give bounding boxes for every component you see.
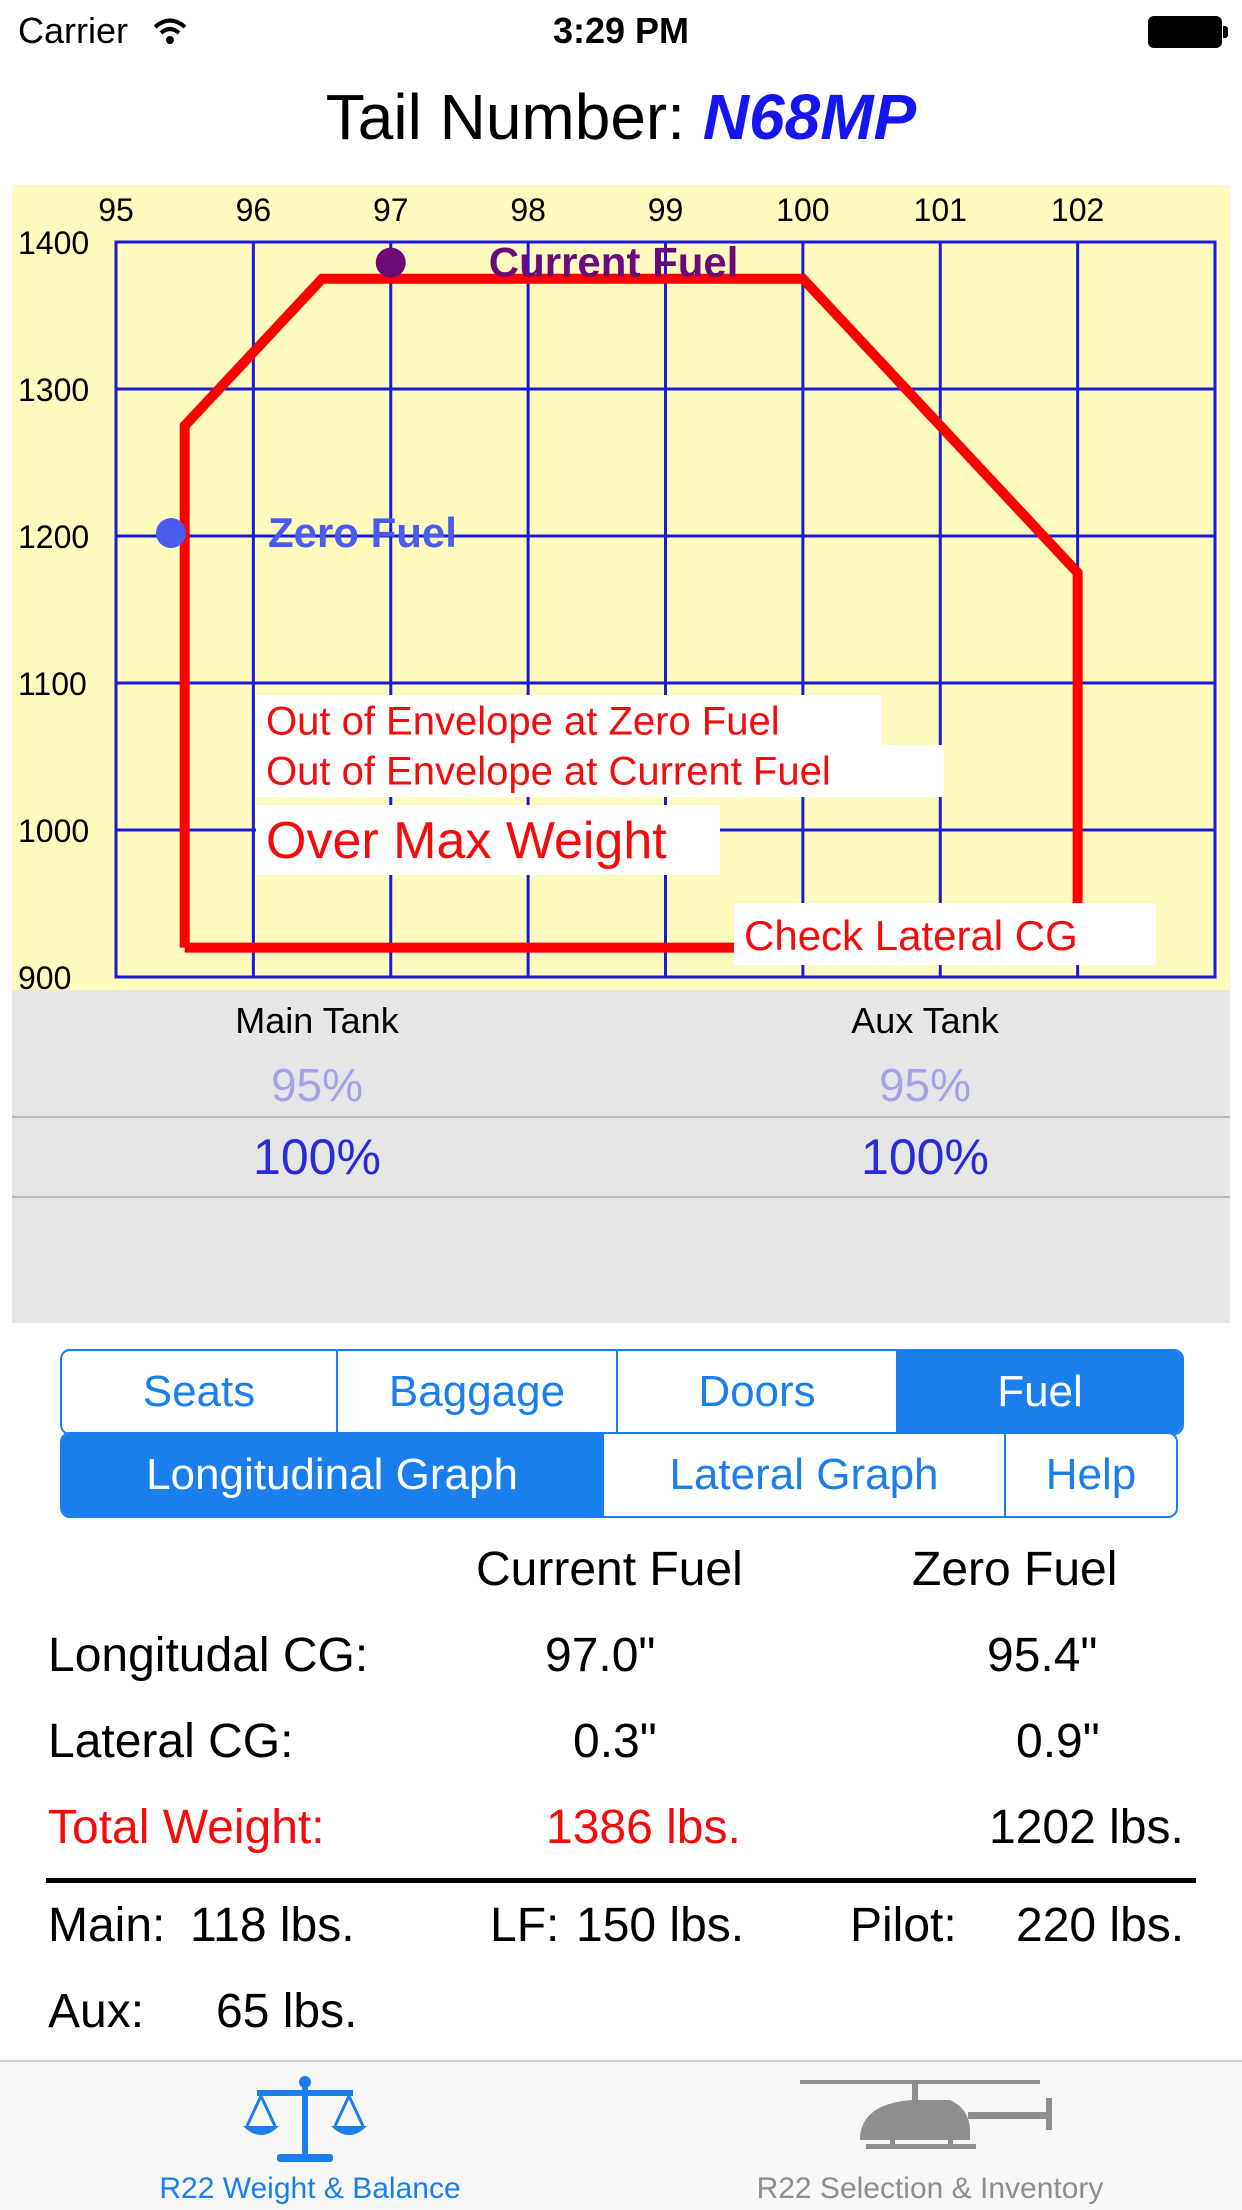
pilot-label: Pilot: bbox=[850, 1899, 957, 1952]
y-tick-label: 1400 bbox=[18, 225, 89, 261]
helicopter-icon bbox=[800, 2080, 1052, 2149]
tab-lateral-graph[interactable]: Lateral Graph bbox=[604, 1434, 1006, 1516]
lateral-cg-zero: 0.9" bbox=[1016, 1715, 1100, 1768]
tail-number-value: N68MP bbox=[702, 81, 917, 153]
aux-tank-selected-value[interactable]: 100% bbox=[775, 1128, 1075, 1186]
x-tick-label: 100 bbox=[776, 192, 829, 228]
tab-seats[interactable]: Seats bbox=[62, 1351, 338, 1433]
lateral-cg-current: 0.3" bbox=[573, 1715, 657, 1768]
tab-weight-balance[interactable]: R22 Weight & Balance bbox=[30, 2062, 590, 2208]
longitudinal-cg-current: 97.0" bbox=[545, 1629, 656, 1682]
status-time: 3:29 PM bbox=[552, 10, 690, 51]
y-tick-label: 1200 bbox=[18, 519, 89, 555]
main-tank-selected-value[interactable]: 100% bbox=[167, 1128, 467, 1186]
picker-selection-line-bottom bbox=[12, 1196, 1230, 1198]
y-tick-label: 1300 bbox=[18, 372, 89, 408]
graph-segmented-control[interactable]: Longitudinal Graph Lateral Graph Help bbox=[60, 1432, 1178, 1518]
longitudinal-cg-graph: 95 96 97 98 99 100 101 102 900 1000 1100 1200 1300 14… bbox=[12, 185, 1230, 990]
status-bar: Carrier 3:29 PM bbox=[0, 0, 1242, 60]
longitudinal-cg-zero: 95.4" bbox=[987, 1629, 1098, 1682]
aux-tank-label: Aux Tank bbox=[851, 1000, 999, 1041]
pilot-value: 220 lbs. bbox=[1016, 1899, 1185, 1952]
aux-fuel-label: Aux: bbox=[48, 1985, 145, 2038]
scale-icon bbox=[243, 2076, 367, 2162]
lf-seat-value: 150 lbs. bbox=[576, 1899, 745, 1952]
cg-envelope-chart: 95 96 97 98 99 100 101 102 900 1000 1100 1200 1300 14… bbox=[18, 192, 1217, 990]
y-tick-label: 900 bbox=[18, 960, 71, 990]
warning-zero-fuel: Out of Envelope at Zero Fuel bbox=[266, 700, 780, 744]
longitudinal-cg-label: Longitudal CG: bbox=[48, 1629, 369, 1682]
main-fuel-label: Main: bbox=[48, 1899, 166, 1952]
battery-icon bbox=[1148, 16, 1228, 48]
divider bbox=[46, 1878, 1196, 1883]
section-segmented-control[interactable]: Seats Baggage Doors Fuel bbox=[60, 1349, 1184, 1435]
total-weight-zero: 1202 lbs. bbox=[989, 1801, 1184, 1854]
x-tick-label: 97 bbox=[373, 192, 409, 228]
x-tick-label: 102 bbox=[1051, 192, 1104, 228]
x-tick-label: 96 bbox=[236, 192, 272, 228]
aux-tank-prev-option[interactable]: 95% bbox=[775, 1058, 1075, 1112]
total-weight-label: Total Weight: bbox=[48, 1801, 325, 1854]
aux-fuel-value: 65 lbs. bbox=[216, 1985, 358, 2038]
lateral-cg-label: Lateral CG: bbox=[48, 1715, 294, 1768]
main-fuel-value: 118 lbs. bbox=[190, 1899, 355, 1952]
tab-bar: R22 Weight & Balance R22 Selection & Inv… bbox=[0, 2060, 1242, 2210]
column-header-current-fuel: Current Fuel bbox=[476, 1543, 743, 1596]
y-tick-label: 1000 bbox=[18, 813, 89, 849]
warning-check-lateral-cg: Check Lateral CG bbox=[744, 912, 1078, 959]
zero-fuel-point bbox=[155, 518, 186, 549]
tab-doors[interactable]: Doors bbox=[618, 1351, 898, 1433]
x-tick-label: 101 bbox=[914, 192, 967, 228]
picker-selection-line-top bbox=[12, 1116, 1230, 1118]
main-tank-prev-option[interactable]: 95% bbox=[167, 1058, 467, 1112]
x-tick-label: 99 bbox=[648, 192, 684, 228]
main-tank-label: Main Tank bbox=[235, 1000, 399, 1041]
current-fuel-label: Current Fuel bbox=[489, 239, 739, 286]
total-weight-current: 1386 lbs. bbox=[546, 1801, 741, 1854]
tab-fuel[interactable]: Fuel bbox=[898, 1351, 1182, 1433]
tail-number-label: Tail Number: bbox=[325, 81, 686, 153]
lf-seat-label: LF: bbox=[490, 1899, 560, 1952]
current-fuel-point bbox=[375, 247, 406, 278]
tab-selection-inventory-label: R22 Selection & Inventory bbox=[756, 2172, 1104, 2205]
warning-over-max-weight: Over Max Weight bbox=[266, 812, 667, 870]
y-tick-label: 1100 bbox=[18, 666, 87, 702]
zero-fuel-label: Zero Fuel bbox=[268, 509, 457, 556]
column-header-zero-fuel: Zero Fuel bbox=[912, 1543, 1118, 1596]
tab-longitudinal-graph[interactable]: Longitudinal Graph bbox=[62, 1434, 604, 1516]
tab-help[interactable]: Help bbox=[1006, 1434, 1176, 1516]
x-tick-label: 98 bbox=[510, 192, 546, 228]
tab-selection-inventory[interactable]: R22 Selection & Inventory bbox=[650, 2062, 1210, 2208]
x-tick-label: 95 bbox=[98, 192, 134, 228]
tab-baggage[interactable]: Baggage bbox=[338, 1351, 618, 1433]
page-title: Tail Number: N68MP bbox=[0, 80, 1242, 154]
tab-weight-balance-label: R22 Weight & Balance bbox=[159, 2172, 461, 2205]
fuel-picker[interactable]: Main Tank Aux Tank 95% 95% 100% 100% bbox=[12, 990, 1230, 1323]
warning-current-fuel: Out of Envelope at Current Fuel bbox=[266, 750, 831, 794]
